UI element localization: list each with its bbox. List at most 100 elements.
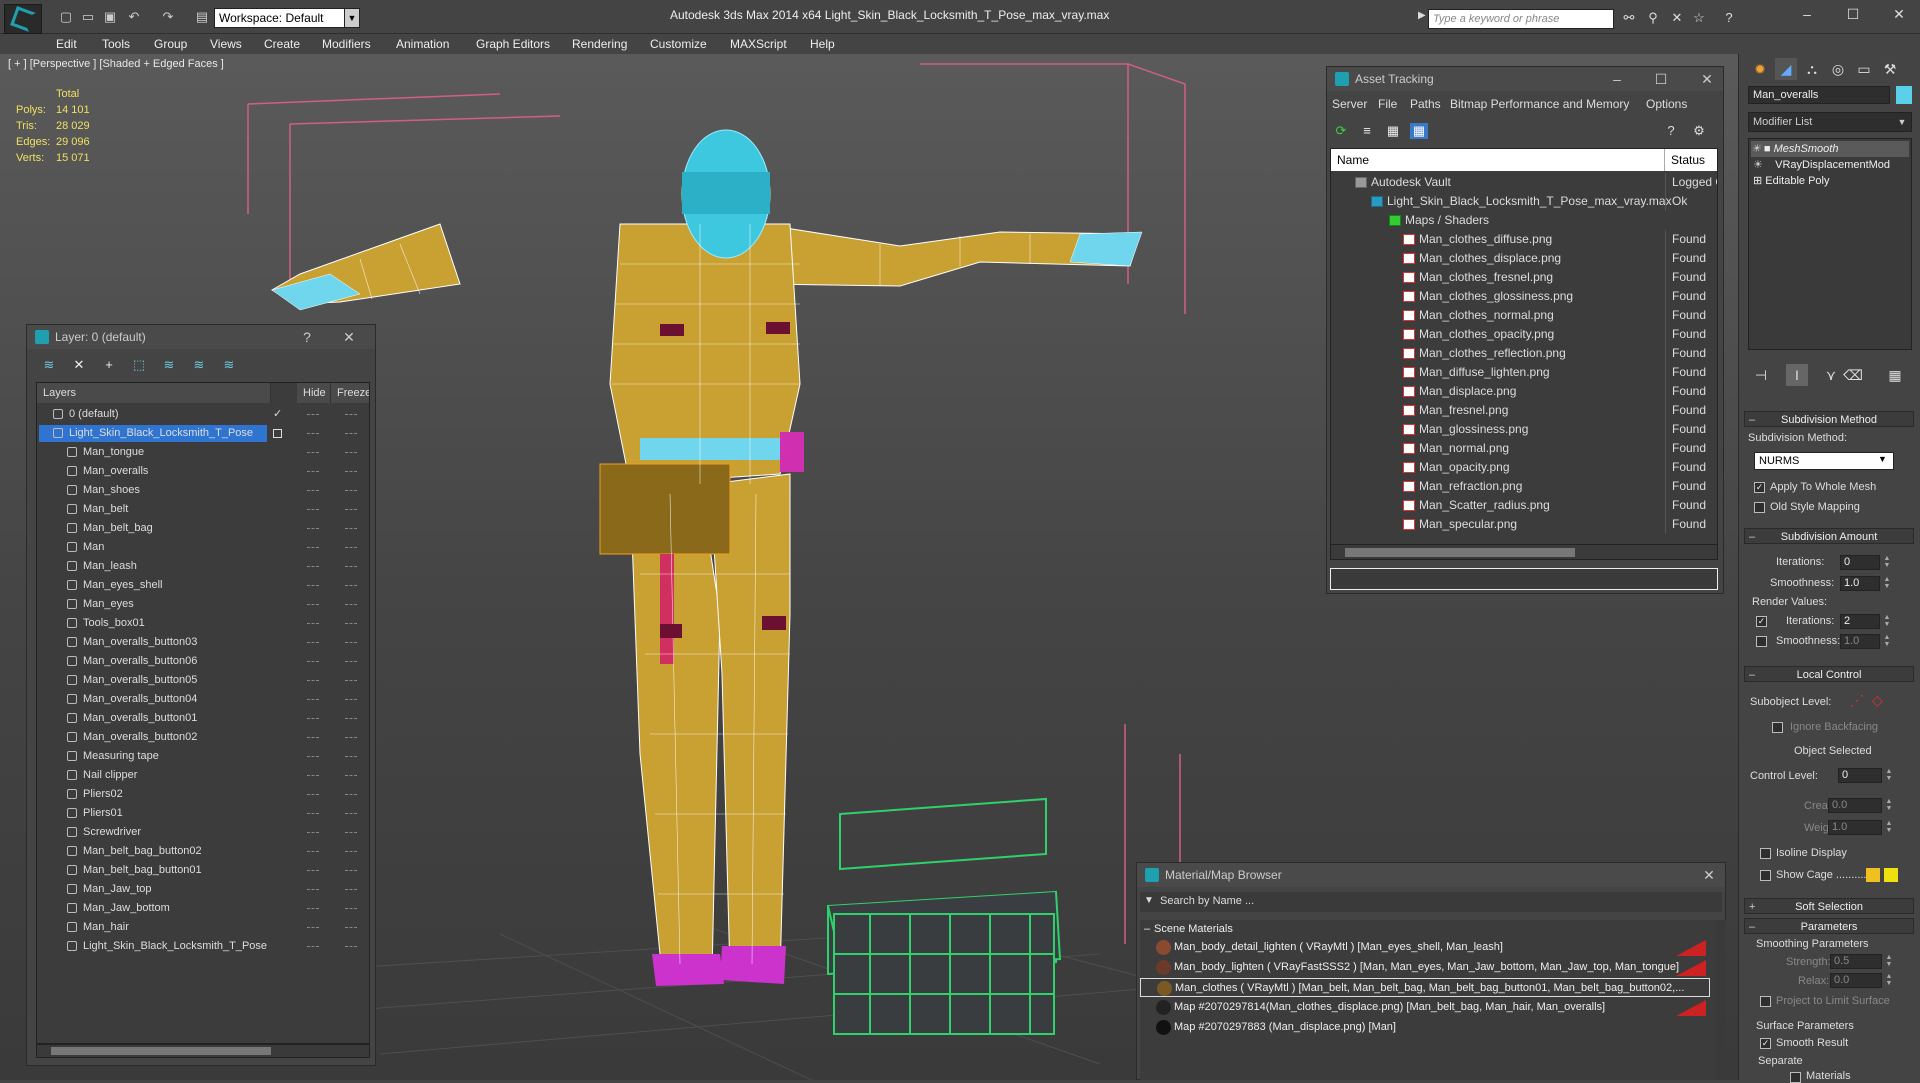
rollout-local-control[interactable]: – Local Control bbox=[1744, 666, 1914, 682]
strength-spinner[interactable]: 0.5 bbox=[1830, 954, 1882, 969]
freeze-toggle[interactable] bbox=[345, 908, 357, 909]
menu-rendering[interactable]: Rendering bbox=[572, 34, 627, 54]
asset-menu-bitmap-performance[interactable]: Bitmap Performance and Memory bbox=[1450, 97, 1629, 111]
hierarchy-tab-icon[interactable]: ⛬ bbox=[1801, 58, 1823, 80]
hide-toggle[interactable] bbox=[307, 661, 319, 662]
layer-horizontal-scrollbar[interactable] bbox=[36, 1044, 370, 1058]
cage-color-swatch-2[interactable] bbox=[1884, 868, 1898, 882]
favorites-star-icon[interactable]: ☆ bbox=[1690, 10, 1708, 26]
freeze-toggle[interactable] bbox=[345, 737, 357, 738]
layer-row[interactable]: Man_eyes bbox=[37, 595, 369, 614]
rollout-subdivision-method[interactable]: – Subdivision Method bbox=[1744, 411, 1914, 427]
hide-toggle[interactable] bbox=[307, 775, 319, 776]
spinner-arrows-icon[interactable]: ▲ ▼ bbox=[1882, 576, 1892, 591]
chevron-down-icon[interactable]: ▼ bbox=[1878, 454, 1887, 464]
freeze-toggle[interactable] bbox=[345, 566, 357, 567]
layer-row[interactable]: Light_Skin_Black_Locksmith_T_Pose bbox=[37, 937, 369, 956]
scene-materials-group[interactable]: – Scene Materials bbox=[1140, 920, 1710, 938]
separate-materials-checkbox[interactable] bbox=[1790, 1072, 1801, 1083]
layer-row[interactable]: Man_overalls_button03 bbox=[37, 633, 369, 652]
search-input[interactable]: Type a keyword or phrase bbox=[1428, 9, 1614, 29]
hide-toggle[interactable] bbox=[307, 794, 319, 795]
freeze-toggle[interactable] bbox=[345, 585, 357, 586]
hide-toggle[interactable] bbox=[307, 490, 319, 491]
menu-tools[interactable]: Tools bbox=[102, 34, 130, 54]
create-layer-icon[interactable]: ≋ bbox=[40, 357, 58, 373]
relax-spinner[interactable]: 0.0 bbox=[1830, 973, 1882, 988]
hide-toggle[interactable] bbox=[307, 528, 319, 529]
layer-row[interactable]: Man_eyes_shell bbox=[37, 576, 369, 595]
maximize-icon[interactable]: ☐ bbox=[1649, 67, 1673, 91]
ignore-backfacing-checkbox[interactable] bbox=[1772, 722, 1783, 733]
layer-row[interactable]: Man_overalls_button04 bbox=[37, 690, 369, 709]
layer-row[interactable]: Pliers02 bbox=[37, 785, 369, 804]
hide-toggle[interactable] bbox=[307, 585, 319, 586]
asset-row[interactable]: Man_clothes_diffuse.png Found bbox=[1331, 230, 1717, 249]
freeze-toggle[interactable] bbox=[345, 509, 357, 510]
rollout-subdivision-amount[interactable]: – Subdivision Amount bbox=[1744, 528, 1914, 544]
layer-row[interactable]: Man_Jaw_bottom bbox=[37, 899, 369, 918]
bulb-icon[interactable]: ☀ bbox=[1753, 159, 1763, 171]
hide-toggle[interactable] bbox=[307, 566, 319, 567]
layer-row[interactable]: Man_leash bbox=[37, 557, 369, 576]
layer-row[interactable]: Light_Skin_Black_Locksmith_T_Pose bbox=[37, 424, 369, 443]
new-file-icon[interactable]: ▢ bbox=[58, 9, 74, 24]
crease-spinner[interactable]: 0.0 bbox=[1828, 798, 1882, 813]
layer-panel-titlebar[interactable]: Layer: 0 (default) ? ✕ bbox=[27, 325, 375, 349]
render-smoothness-spinner[interactable]: 1.0 bbox=[1840, 634, 1880, 649]
modify-tab-icon[interactable]: ◢ bbox=[1775, 58, 1797, 80]
hide-toggle[interactable] bbox=[307, 699, 319, 700]
show-cage-checkbox[interactable] bbox=[1760, 870, 1771, 881]
layer-row[interactable]: Man_belt_bag bbox=[37, 519, 369, 538]
menu-animation[interactable]: Animation bbox=[396, 34, 449, 54]
freeze-toggle[interactable] bbox=[345, 490, 357, 491]
pin-stack-icon[interactable]: ⊣ bbox=[1750, 364, 1772, 386]
freeze-toggle[interactable] bbox=[345, 528, 357, 529]
freeze-toggle[interactable] bbox=[345, 870, 357, 871]
rollout-parameters[interactable]: – Parameters bbox=[1744, 918, 1914, 934]
asset-row[interactable]: Man_clothes_reflection.png Found bbox=[1331, 344, 1717, 363]
menu-group[interactable]: Group bbox=[154, 34, 187, 54]
maximize-icon[interactable]: ☐ bbox=[1838, 4, 1868, 24]
help-icon[interactable]: ? bbox=[1662, 123, 1680, 139]
hide-toggle[interactable] bbox=[307, 832, 319, 833]
object-name-field[interactable]: Man_overalls bbox=[1748, 86, 1890, 104]
layer-row[interactable]: Man_belt bbox=[37, 500, 369, 519]
modifier-list-dropdown[interactable]: Modifier List bbox=[1748, 112, 1912, 132]
minimize-icon[interactable]: – bbox=[1605, 67, 1629, 91]
stack-item-vraydisplacement[interactable]: ☀ VRayDisplacementMod bbox=[1753, 157, 1890, 173]
layer-row[interactable]: Man_overalls_button02 bbox=[37, 728, 369, 747]
viewport-label[interactable]: [ + ] [Perspective ] [Shaded + Edged Fac… bbox=[8, 58, 224, 70]
render-iterations-spinner[interactable]: 2 bbox=[1840, 614, 1880, 629]
asset-row[interactable]: Man_clothes_glossiness.png Found bbox=[1331, 287, 1717, 306]
freeze-toggle[interactable] bbox=[345, 851, 357, 852]
asset-path-field[interactable] bbox=[1330, 568, 1718, 590]
layer-row[interactable]: Measuring tape bbox=[37, 747, 369, 766]
asset-menu-options[interactable]: Options bbox=[1646, 97, 1687, 111]
asset-horizontal-scrollbar[interactable] bbox=[1330, 544, 1718, 560]
select-objects-icon[interactable]: ⬚ bbox=[130, 357, 148, 373]
hide-toggle[interactable] bbox=[307, 509, 319, 510]
freeze-toggle[interactable] bbox=[345, 813, 357, 814]
make-unique-icon[interactable]: ⋎ bbox=[1820, 364, 1842, 386]
communication-icon[interactable]: ⚲ bbox=[1644, 10, 1662, 26]
hide-toggle[interactable] bbox=[307, 471, 319, 472]
col-header-freeze[interactable]: Freeze bbox=[331, 383, 369, 403]
col-header-name[interactable]: Name bbox=[1331, 149, 1665, 171]
material-row[interactable]: Map #2070297883 (Man_displace.png) [Man] bbox=[1140, 1018, 1710, 1037]
control-level-spinner[interactable]: 0 bbox=[1838, 768, 1882, 783]
freeze-toggle[interactable] bbox=[345, 794, 357, 795]
rollout-soft-selection[interactable]: + Soft Selection bbox=[1744, 898, 1914, 914]
show-end-result-icon[interactable]: Ι bbox=[1786, 364, 1808, 386]
hide-toggle[interactable] bbox=[307, 737, 319, 738]
refresh-icon[interactable]: ⟳ bbox=[1332, 123, 1350, 139]
hide-toggle[interactable] bbox=[307, 870, 319, 871]
hide-toggle[interactable] bbox=[307, 433, 319, 434]
list-view-icon[interactable]: ≡ bbox=[1358, 123, 1376, 139]
material-row[interactable]: Man_body_lighten ( VRayFastSSS2 ) [Man, … bbox=[1140, 958, 1710, 977]
help-icon[interactable]: ? bbox=[295, 325, 319, 349]
menu-maxscript[interactable]: MAXScript bbox=[730, 34, 787, 54]
menu-help[interactable]: Help bbox=[810, 34, 835, 54]
spinner-arrows-icon[interactable]: ▲ ▼ bbox=[1884, 954, 1894, 969]
hide-toggle[interactable] bbox=[307, 604, 319, 605]
